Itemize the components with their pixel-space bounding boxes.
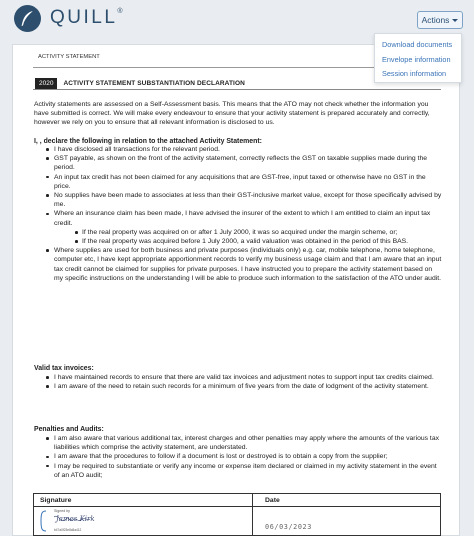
sub-list-item: If the real property was acquired before… xyxy=(54,237,442,246)
valid-invoices-list: I have maintained records to ensure that… xyxy=(34,373,442,391)
caret-down-icon xyxy=(452,18,459,22)
signature-table: Signature Date Signed by James Kirk b47a… xyxy=(33,493,441,536)
declaration-list: I have disclosed all transactions for th… xyxy=(34,145,442,283)
list-item: I am also aware that various additional … xyxy=(34,434,442,452)
menu-item-download-documents[interactable]: Download documents xyxy=(375,38,461,53)
list-item: An input tax credit has not been claimed… xyxy=(34,173,442,191)
actions-menu: Download documents Envelope information … xyxy=(374,33,462,83)
sub-list: If the real property was acquired on or … xyxy=(54,228,442,246)
list-item-text: Where an insurance claim has been made, … xyxy=(54,210,431,227)
list-item: Where supplies are used for both busines… xyxy=(34,246,442,283)
intro-paragraph: Activity statements are assessed on a Se… xyxy=(34,101,430,127)
document-page: ACTIVITY STATEMENT 2020 ACTIVITY STATEME… xyxy=(12,44,460,536)
document-title: ACTIVITY STATEMENT SUBSTANTIATION DECLAR… xyxy=(63,79,245,87)
divider xyxy=(252,494,253,536)
list-item: I am aware of the need to retain such re… xyxy=(34,382,442,391)
list-item-insurance: Where an insurance claim has been made, … xyxy=(34,209,442,246)
list-item: I have maintained records to ensure that… xyxy=(34,373,442,382)
list-item: I may be required to substantiate or ver… xyxy=(34,462,442,480)
list-item: I have disclosed all transactions for th… xyxy=(34,145,442,154)
divider xyxy=(34,506,441,507)
signature-field: Signed by James Kirk b47a0f23e8c8a412 xyxy=(40,509,95,533)
year-badge: 2020 xyxy=(35,77,58,89)
list-item: No supplies have been made to associates… xyxy=(34,191,442,209)
menu-item-session-information[interactable]: Session information xyxy=(375,67,461,82)
list-item: GST payable, as shown on the front of th… xyxy=(34,154,442,172)
signature-column-header: Signature xyxy=(40,497,72,504)
actions-button[interactable]: Actions xyxy=(417,11,463,29)
actions-label: Actions xyxy=(421,15,450,25)
sub-list-item: If the real property was acquired on or … xyxy=(54,228,442,237)
brand-name: QUILL® xyxy=(50,7,123,28)
penalties-heading: Penalties and Audits: xyxy=(34,426,104,433)
penalties-list: I am also aware that various additional … xyxy=(34,434,442,480)
quill-logo[interactable]: QUILL® xyxy=(14,4,123,32)
document-type-label: ACTIVITY STATEMENT xyxy=(38,54,100,60)
date-value: 06/03/2023 xyxy=(265,523,312,531)
signer-script-name: James Kirk xyxy=(56,515,95,523)
date-column-header: Date xyxy=(265,497,280,504)
signed-by-label: Signed by xyxy=(54,509,70,513)
signature-id: b47a0f23e8c8a412 xyxy=(54,528,82,532)
menu-item-envelope-information[interactable]: Envelope information xyxy=(375,53,461,68)
valid-invoices-heading: Valid tax invoices: xyxy=(34,365,94,372)
list-item: I am aware that the procedures to follow… xyxy=(34,452,442,461)
quill-feather-icon xyxy=(14,4,41,32)
